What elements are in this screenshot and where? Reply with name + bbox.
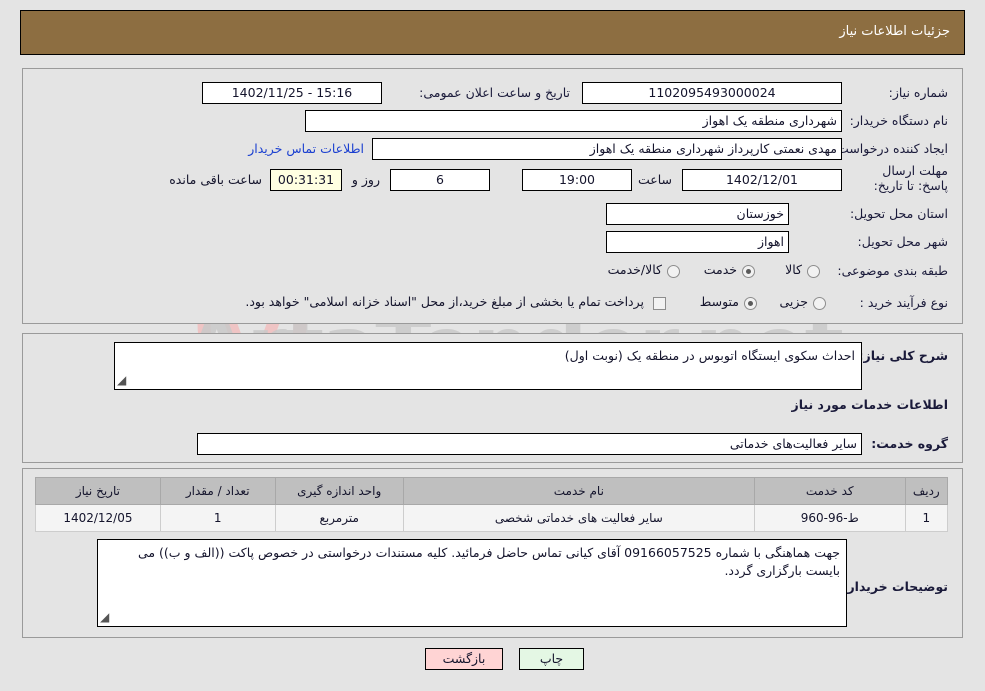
resize-grip-icon[interactable]: ◣ — [100, 608, 109, 626]
resize-grip-icon[interactable]: ◣ — [117, 371, 126, 389]
print-button[interactable]: چاپ — [519, 648, 584, 670]
hour-label: ساعت — [637, 172, 672, 187]
radio-category-kala-khedmat-label: کالا/خدمت — [607, 262, 662, 277]
need-description-panel: شرح کلی نیاز: احداث سکوی ایستگاه اتوبوس … — [22, 333, 963, 463]
treasury-bond-checkbox[interactable] — [653, 297, 666, 310]
th-quantity: تعداد / مقدار — [159, 477, 276, 505]
page-title: جزئیات اطلاعات نیاز — [839, 24, 950, 39]
city-value: اهواز — [606, 231, 789, 253]
need-number-value: 1102095493000024 — [582, 82, 842, 104]
cell-code: ط-96-960 — [753, 504, 906, 532]
announce-datetime-label: تاریخ و ساعت اعلان عمومی: — [419, 85, 570, 100]
category-label: طبقه بندی موضوعی: — [837, 263, 948, 278]
buyer-contact-link[interactable]: اطلاعات تماس خریدار — [248, 141, 364, 156]
announce-datetime-value: 15:16 - 1402/11/25 — [202, 82, 382, 104]
province-label: استان محل تحویل: — [849, 206, 948, 221]
th-unit: واحد اندازه گیری — [274, 477, 404, 505]
th-code: کد خدمت — [753, 477, 906, 505]
deadline-label: مهلت ارسال پاسخ: تا تاریخ: — [873, 163, 948, 193]
description-label: شرح کلی نیاز: — [858, 348, 948, 363]
th-name: نام خدمت — [402, 477, 755, 505]
remaining-hours-label: ساعت باقی مانده — [169, 172, 262, 187]
radio-process-jozi-label: جزیی — [779, 294, 808, 309]
process-type-label: نوع فرآیند خرید : — [859, 295, 948, 310]
province-value: خوزستان — [606, 203, 789, 225]
service-items-table: ردیف کد خدمت نام خدمت واحد اندازه گیری ت… — [35, 477, 949, 532]
creator-value: مهدی نعمتی کارپرداز شهرداری منطقه یک اهو… — [372, 138, 842, 160]
radio-category-khedmat-label: خدمت — [703, 262, 737, 277]
page-title-bar: جزئیات اطلاعات نیاز — [20, 10, 965, 55]
service-group-label: گروه خدمت: — [871, 436, 948, 451]
radio-category-kala-label: کالا — [785, 262, 802, 277]
need-number-label: شماره نیاز: — [888, 85, 948, 100]
description-value: احداث سکوی ایستگاه اتوبوس در منطقه یک (ن… — [564, 348, 855, 363]
days-and-label: روز و — [351, 172, 380, 187]
radio-process-jozi[interactable] — [813, 297, 826, 310]
cell-date: 1402/12/05 — [35, 504, 161, 532]
cell-quantity: 1 — [159, 504, 276, 532]
radio-category-kala[interactable] — [807, 265, 820, 278]
buyer-notes-label: توضیحات خریدار: — [842, 579, 948, 594]
need-details-page: ArtaTender.net جزئیات اطلاعات نیاز شماره… — [0, 0, 985, 691]
service-group-value: سایر فعالیت‌های خدماتی — [197, 433, 862, 455]
radio-category-khedmat[interactable] — [742, 265, 755, 278]
th-row: ردیف — [904, 477, 949, 505]
countdown-timer: 00:31:31 — [270, 169, 342, 191]
description-textarea[interactable]: احداث سکوی ایستگاه اتوبوس در منطقه یک (ن… — [114, 342, 862, 390]
radio-process-motevasset-label: متوسط — [699, 294, 739, 309]
cell-row: 1 — [904, 504, 949, 532]
radio-process-motevasset[interactable] — [744, 297, 757, 310]
city-label: شهر محل تحویل: — [857, 234, 948, 249]
deadline-date-value: 1402/12/01 — [682, 169, 842, 191]
table-row: 1 ط-96-960 سایر فعالیت های خدماتی شخصی م… — [35, 504, 949, 532]
services-heading: اطلاعات خدمات مورد نیاز — [791, 397, 949, 412]
cell-name: سایر فعالیت های خدماتی شخصی — [402, 504, 755, 532]
deadline-time-value: 19:00 — [522, 169, 632, 191]
creator-label: ایجاد کننده درخواست: — [832, 141, 948, 156]
buyer-notes-textarea[interactable]: جهت هماهنگی با شماره 09166057525 آقای کی… — [97, 539, 847, 627]
need-summary-panel: شماره نیاز: 1102095493000024 تاریخ و ساع… — [22, 68, 963, 324]
th-date: تاریخ نیاز — [35, 477, 161, 505]
buyer-notes-value: جهت هماهنگی با شماره 09166057525 آقای کی… — [137, 545, 840, 578]
days-remaining-value: 6 — [390, 169, 490, 191]
buyer-org-label: نام دستگاه خریدار: — [849, 113, 948, 128]
cell-unit: مترمربع — [274, 504, 404, 532]
buyer-org-value: شهرداری منطقه یک اهواز — [305, 110, 842, 132]
service-items-panel: ردیف کد خدمت نام خدمت واحد اندازه گیری ت… — [22, 468, 963, 638]
treasury-bond-note: پرداخت تمام یا بخشی از مبلغ خرید،از محل … — [245, 294, 644, 309]
radio-category-kala-khedmat[interactable] — [667, 265, 680, 278]
table-header-row: ردیف کد خدمت نام خدمت واحد اندازه گیری ت… — [35, 477, 949, 505]
back-button[interactable]: بازگشت — [425, 648, 503, 670]
